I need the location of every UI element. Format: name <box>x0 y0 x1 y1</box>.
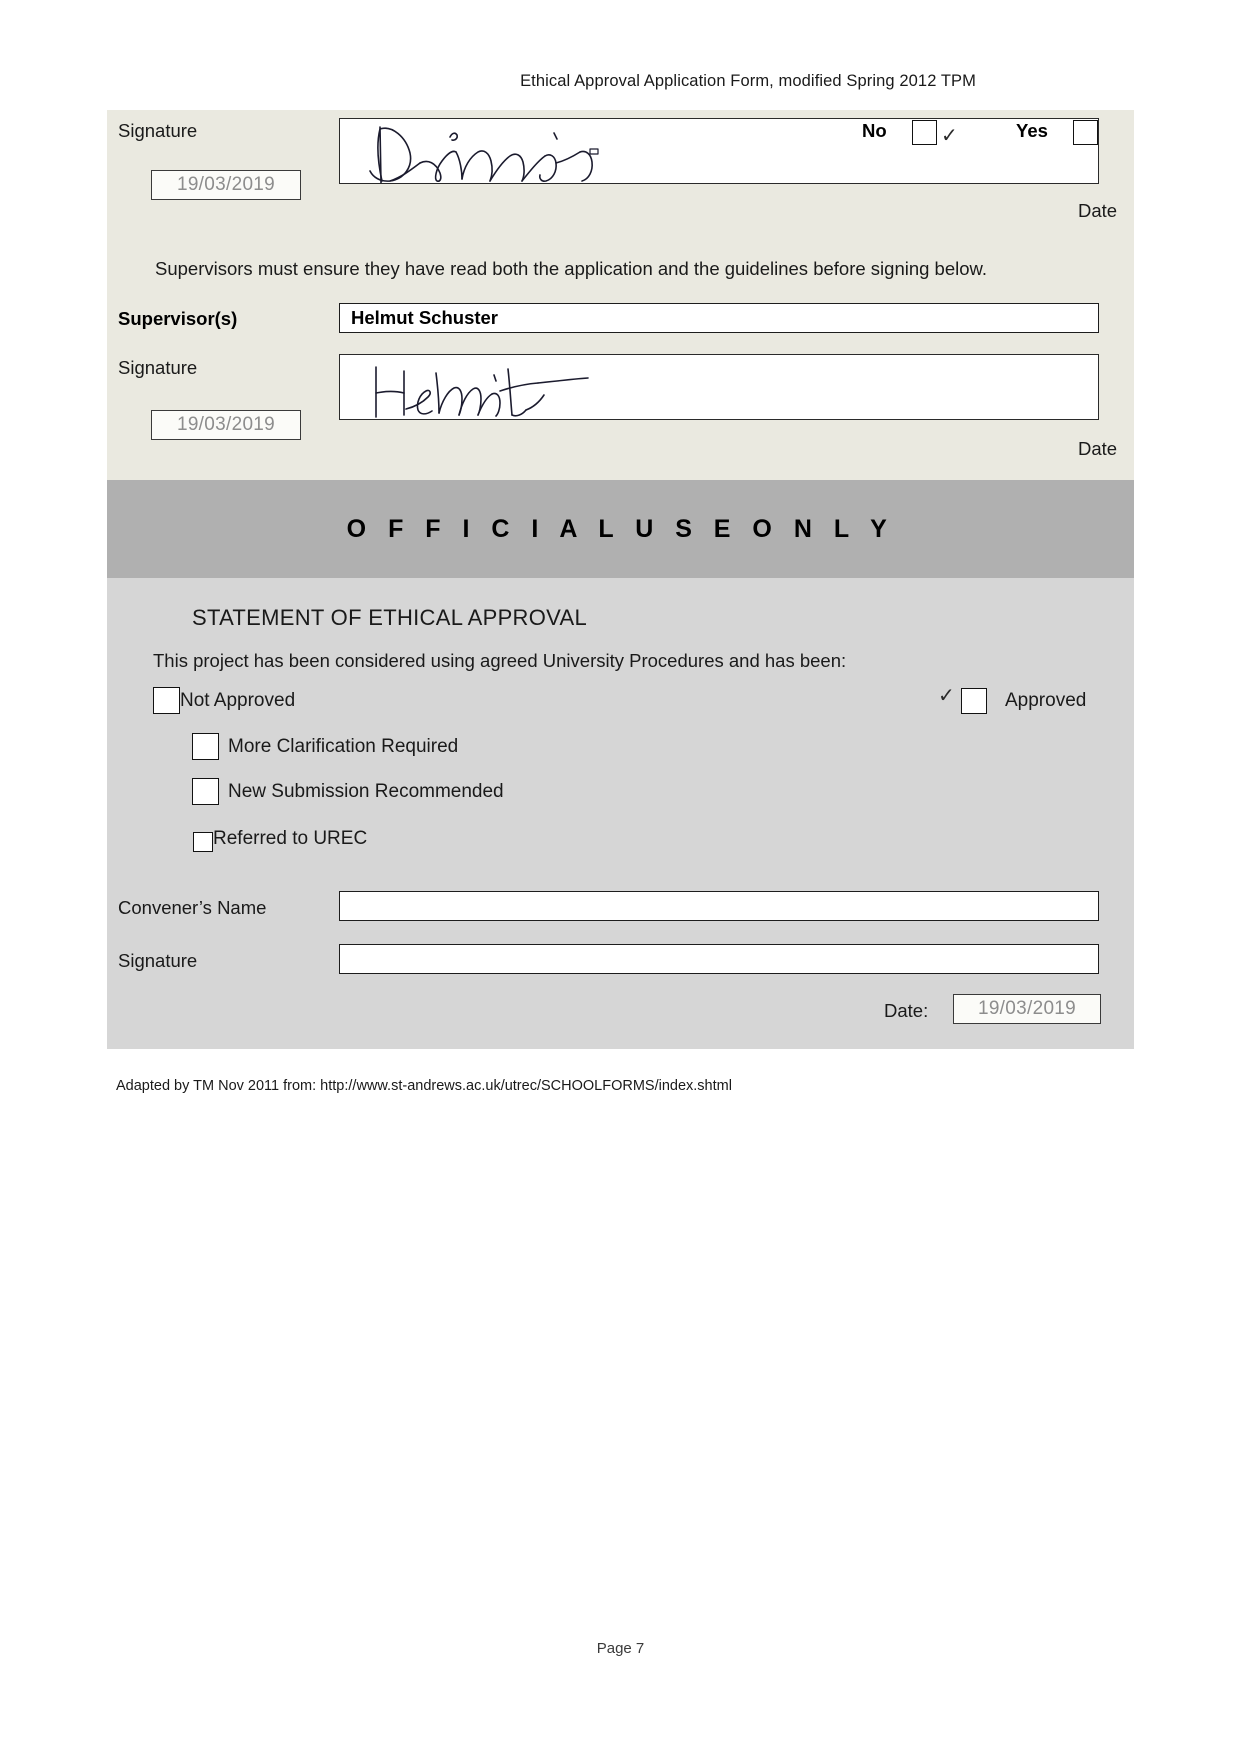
adapted-from-note: Adapted by TM Nov 2011 from: http://www.… <box>116 1078 732 1094</box>
official-date-label: Date: <box>884 1000 929 1021</box>
statement-body-text: This project has been considered using a… <box>153 650 847 671</box>
supervisors-name-field[interactable]: Helmut Schuster <box>339 303 1099 333</box>
applicant-signature-date-field[interactable]: 19/03/2019 <box>151 170 301 200</box>
supervisor-signature-box[interactable] <box>339 354 1099 420</box>
supervisor-instruction: Supervisors must ensure they have read b… <box>155 258 988 279</box>
label-referred-to-urec: Referred to UREC <box>213 828 368 849</box>
convener-signature-field[interactable] <box>339 944 1099 974</box>
supervisor-signature-label: Signature <box>118 357 198 378</box>
checkbox-more-clarification-required[interactable] <box>192 733 219 760</box>
approved-checkmark: ✓ <box>938 685 955 707</box>
convener-name-label: Convener’s Name <box>118 897 267 918</box>
no-checkbox[interactable] <box>912 120 937 145</box>
official-use-banner: O F F I C I A L U S E O N L Y <box>107 480 1134 578</box>
yes-option-label: Yes <box>1016 120 1048 141</box>
official-use-section <box>107 578 1134 1049</box>
label-new-submission-recommended: New Submission Recommended <box>228 781 504 802</box>
supervisors-label: Supervisor(s) <box>118 308 238 329</box>
applicant-date-caption: Date <box>1078 200 1118 221</box>
label-more-clarification-required: More Clarification Required <box>228 736 459 757</box>
no-checkbox-checkmark: ✓ <box>941 125 958 147</box>
applicant-signature-box[interactable] <box>339 118 1099 184</box>
official-use-banner-text: O F F I C I A L U S E O N L Y <box>346 514 895 543</box>
yes-checkbox[interactable] <box>1073 120 1098 145</box>
checkbox-referred-to-urec[interactable] <box>193 832 213 852</box>
supervisor-signature-ink <box>375 366 589 418</box>
checkbox-new-submission-recommended[interactable] <box>192 778 219 805</box>
checkbox-approved[interactable] <box>961 688 987 714</box>
checkbox-not-approved[interactable] <box>153 687 180 714</box>
page-number-footer: Page 7 <box>596 1640 645 1657</box>
no-option-label: No <box>862 120 887 141</box>
supervisor-signature-date-field[interactable]: 19/03/2019 <box>151 410 301 440</box>
convener-signature-label: Signature <box>118 950 198 971</box>
applicant-signature-ink <box>369 126 599 183</box>
official-date-field[interactable]: 19/03/2019 <box>953 994 1101 1024</box>
supervisor-date-caption: Date <box>1078 438 1118 459</box>
label-approved: Approved <box>1005 690 1087 711</box>
supervisors-name-value: Helmut Schuster <box>351 307 499 328</box>
applicant-signature-label: Signature <box>118 120 198 141</box>
document-header: Ethical Approval Application Form, modif… <box>520 72 976 90</box>
statement-of-ethical-approval-title: STATEMENT OF ETHICAL APPROVAL <box>192 605 587 630</box>
convener-name-field[interactable] <box>339 891 1099 921</box>
label-not-approved: Not Approved <box>180 690 296 711</box>
document-page: Ethical Approval Application Form, modif… <box>0 0 1241 1754</box>
